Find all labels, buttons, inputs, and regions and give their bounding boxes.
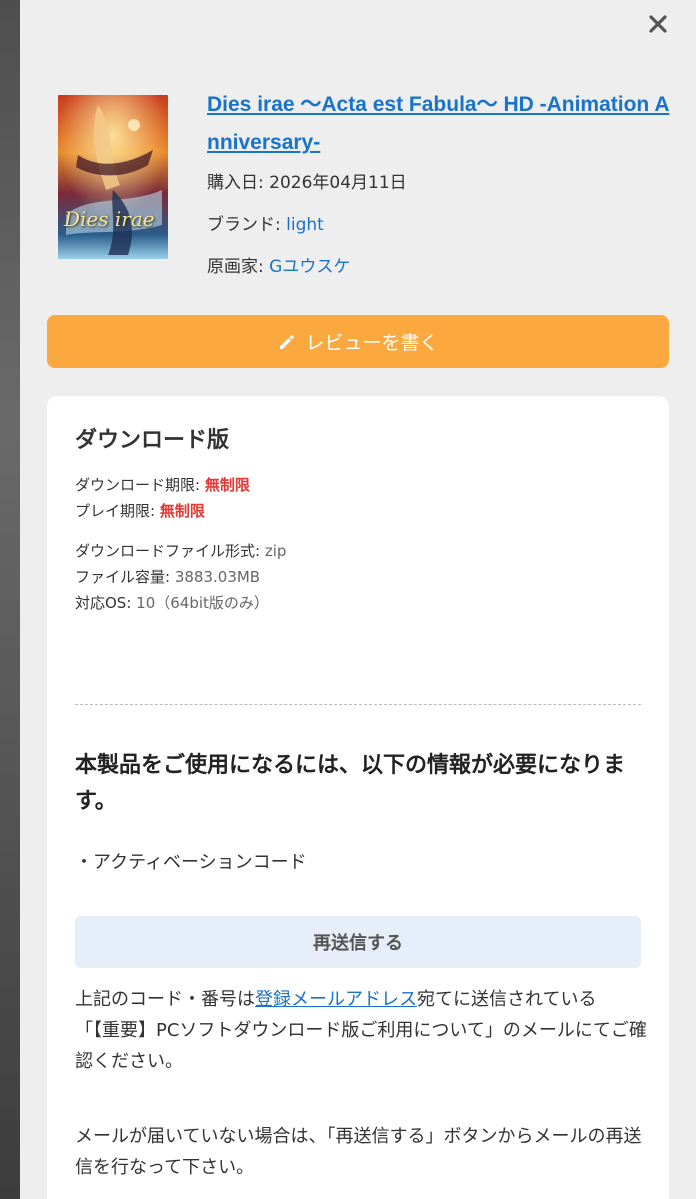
- product-cover-image[interactable]: Dies irae: [58, 95, 168, 259]
- close-button[interactable]: [642, 8, 674, 40]
- purchase-date-label: 購入日:: [207, 173, 270, 193]
- code-delivery-note: 上記のコード・番号は登録メールアドレス宛てに送信されている 「【重要】PCソフト…: [75, 989, 647, 1072]
- pencil-icon: [280, 334, 295, 349]
- close-icon: [649, 15, 667, 33]
- section-divider: [75, 704, 641, 705]
- resend-label: 再送信する: [313, 933, 403, 954]
- resend-button[interactable]: 再送信する: [75, 916, 641, 968]
- background-page-strip: [0, 0, 20, 1199]
- spec-group-file: ダウンロードファイル形式: zip ファイル容量: 3883.03MB 対応OS…: [75, 538, 641, 616]
- write-review-button[interactable]: レビューを書く: [47, 315, 669, 368]
- registered-email-link[interactable]: 登録メールアドレス: [255, 989, 417, 1010]
- spec-play-limit: プレイ期限: 無制限: [75, 502, 205, 520]
- artist-row: 原画家: Gユウスケ: [207, 256, 677, 278]
- write-review-label: レビューを書く: [305, 332, 439, 354]
- download-card-title: ダウンロード版: [75, 428, 230, 453]
- artist-link[interactable]: Gユウスケ: [269, 257, 350, 277]
- purchase-date-row: 購入日: 2026年04月11日: [207, 172, 677, 194]
- brand-row: ブランド: light: [207, 214, 677, 236]
- spec-file-format: ダウンロードファイル形式: zip: [75, 542, 287, 560]
- artist-label: 原画家:: [207, 257, 270, 277]
- spec-file-size: ファイル容量: 3883.03MB: [75, 568, 261, 586]
- purchase-date-value: 2026年04月11日: [269, 173, 407, 193]
- purchase-detail-modal: Dies irae Dies irae 〜Acta est Fabula〜 HD…: [20, 0, 696, 1199]
- brand-link[interactable]: light: [286, 215, 324, 235]
- requirement-title: 本製品をご使用になるには、以下の情報が必要になります。: [75, 753, 626, 814]
- cover-logo-text: Dies irae: [64, 207, 155, 231]
- brand-label: ブランド:: [207, 215, 287, 235]
- product-info: Dies irae 〜Acta est Fabula〜 HD -Animatio…: [207, 86, 677, 278]
- spec-group-limits: ダウンロード期限: 無制限 プレイ期限: 無制限: [75, 472, 641, 524]
- requirement-item: ・アクティベーションコード: [75, 852, 307, 873]
- spec-download-limit: ダウンロード期限: 無制限: [75, 476, 250, 494]
- spec-supported-os: 対応OS: 10（64bit版のみ）: [75, 594, 269, 612]
- download-version-card: ダウンロード版 ダウンロード期限: 無制限 プレイ期限: 無制限 ダウンロードフ…: [47, 396, 669, 1199]
- resend-instruction-note: メールが届いていない場合は、「再送信する」ボタンからメールの再送信を行なって下さ…: [75, 1126, 642, 1178]
- product-title-link[interactable]: Dies irae 〜Acta est Fabula〜 HD -Animatio…: [207, 86, 677, 162]
